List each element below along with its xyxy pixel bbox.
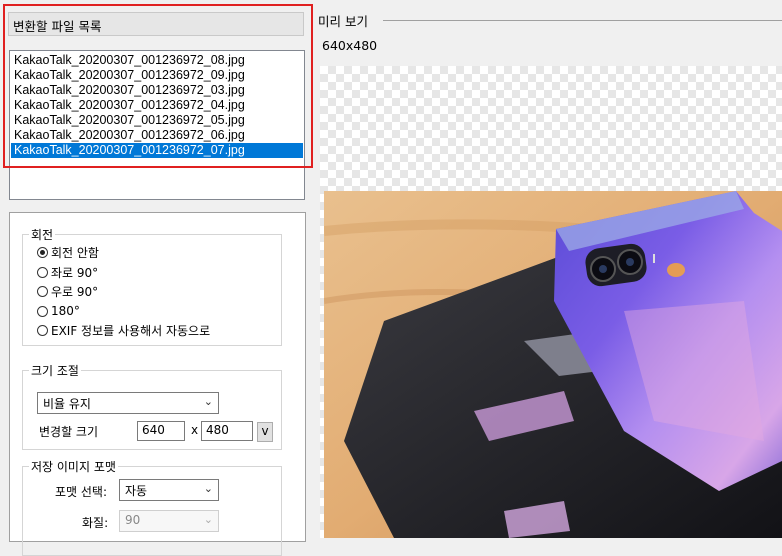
resize-size-label: 변경할 크기 bbox=[39, 425, 99, 439]
resize-mode-value: 비율 유지 bbox=[43, 397, 91, 411]
preview-dimensions: 640x480 bbox=[322, 38, 378, 53]
rotation-option-label: 회전 안함 bbox=[51, 245, 99, 260]
highlight-box bbox=[3, 4, 313, 168]
rotation-option-exif[interactable]: EXIF 정보를 사용해서 자동으로 bbox=[37, 321, 210, 339]
format-value: 자동 bbox=[125, 484, 148, 498]
radio-icon[interactable] bbox=[37, 305, 48, 317]
preview-image bbox=[324, 191, 782, 538]
size-separator: x bbox=[191, 423, 199, 437]
quality-select: 90 ⌄ bbox=[119, 510, 219, 532]
rotation-option-right-90[interactable]: 우로 90° bbox=[37, 282, 98, 300]
rotation-group: 회전 회전 안함 좌로 90° 우로 90° 180° EXIF 정보를 사용해… bbox=[22, 226, 282, 346]
save-format-group: 저장 이미지 포맷 포맷 선택: 자동 ⌄ 화질: 90 ⌄ bbox=[22, 458, 282, 556]
resize-width-input[interactable]: 640 bbox=[137, 421, 185, 441]
rotation-option-label: EXIF 정보를 사용해서 자동으로 bbox=[51, 323, 211, 338]
save-format-group-title: 저장 이미지 포맷 bbox=[29, 458, 118, 475]
radio-icon[interactable] bbox=[37, 246, 48, 258]
preview-title: 미리 보기 bbox=[318, 14, 368, 29]
size-preset-button-label: v bbox=[261, 424, 269, 438]
rotation-option-left-90[interactable]: 좌로 90° bbox=[37, 263, 98, 281]
resize-group-title: 크기 조절 bbox=[29, 362, 81, 379]
chevron-down-icon: ⌄ bbox=[203, 513, 213, 526]
resize-width-value: 640 bbox=[142, 423, 165, 437]
rotation-group-title: 회전 bbox=[29, 226, 56, 243]
rotation-option-label: 180° bbox=[51, 304, 80, 318]
chevron-down-icon: ⌄ bbox=[203, 482, 213, 495]
radio-icon[interactable] bbox=[37, 266, 48, 278]
radio-icon[interactable] bbox=[37, 285, 48, 297]
quality-label: 화질: bbox=[82, 516, 109, 530]
rotation-option-none[interactable]: 회전 안함 bbox=[37, 243, 99, 261]
format-label: 포맷 선택: bbox=[55, 485, 108, 499]
preview-divider bbox=[383, 20, 782, 21]
chevron-down-icon: ⌄ bbox=[203, 395, 213, 408]
quality-value: 90 bbox=[125, 513, 141, 527]
radio-icon[interactable] bbox=[37, 324, 48, 336]
format-select[interactable]: 자동 ⌄ bbox=[119, 479, 219, 501]
resize-group: 크기 조절 비율 유지 ⌄ 변경할 크기 640 x 480 v bbox=[22, 362, 282, 450]
size-preset-button[interactable]: v bbox=[257, 422, 273, 442]
resize-mode-select[interactable]: 비율 유지 ⌄ bbox=[37, 392, 219, 414]
resize-height-value: 480 bbox=[206, 423, 229, 437]
rotation-option-label: 좌로 90° bbox=[51, 265, 99, 280]
phone-photo-illustration bbox=[324, 191, 782, 538]
options-panel: 회전 회전 안함 좌로 90° 우로 90° 180° EXIF 정보를 사용해… bbox=[9, 212, 306, 556]
resize-height-input[interactable]: 480 bbox=[201, 421, 253, 441]
rotation-option-label: 우로 90° bbox=[51, 284, 99, 299]
rotation-option-180[interactable]: 180° bbox=[37, 302, 80, 320]
